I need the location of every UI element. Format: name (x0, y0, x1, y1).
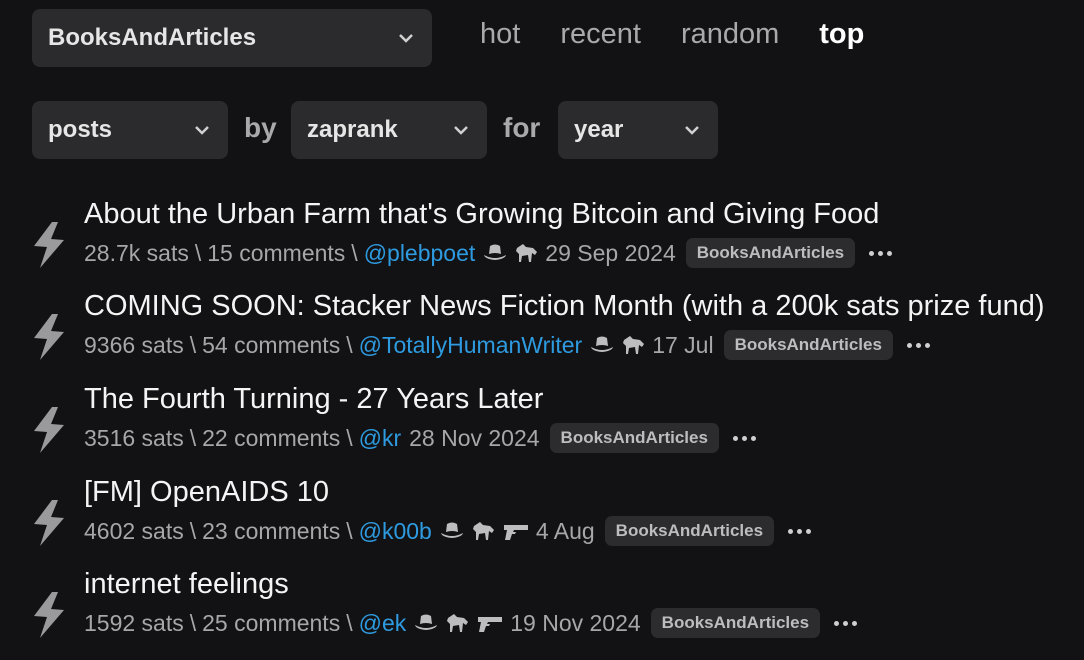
cowboy-hat-icon (440, 520, 464, 542)
post-comments[interactable]: 25 comments (202, 610, 340, 637)
tab-hot[interactable]: hot (480, 18, 520, 51)
post-meta: 1592 sats \ 25 comments \ @ek 19 Nov 202… (84, 608, 858, 638)
post-date[interactable]: 4 Aug (536, 518, 595, 545)
post-comments[interactable]: 22 comments (202, 425, 340, 452)
post-meta: 3516 sats \ 22 comments \ @kr 28 Nov 202… (84, 423, 756, 453)
post-sats: 1592 sats (84, 609, 184, 636)
zap-bolt-icon[interactable] (30, 405, 68, 455)
gun-icon (502, 520, 530, 542)
sub-badge[interactable]: BooksAndArticles (604, 516, 775, 546)
zap-bolt-icon[interactable] (30, 312, 68, 362)
post-author[interactable]: @ek (359, 610, 407, 637)
meta-separator: \ (346, 331, 353, 358)
sub-badge[interactable]: BooksAndArticles (685, 238, 856, 268)
post-meta: 9366 sats \ 54 comments \ @TotallyHumanW… (84, 330, 930, 360)
sub-select-value: BooksAndArticles (48, 24, 257, 51)
post-item: About the Urban Farm that's Growing Bitc… (0, 198, 1084, 290)
period-select-value: year (574, 116, 624, 143)
meta-separator: \ (351, 239, 358, 266)
chevron-down-icon (682, 120, 702, 140)
post-author[interactable]: @plebpoet (364, 240, 476, 267)
post-author[interactable]: @TotallyHumanWriter (359, 332, 583, 359)
tab-random[interactable]: random (681, 18, 779, 51)
cowboy-hat-icon (590, 334, 614, 356)
chevron-down-icon (396, 28, 416, 48)
gun-icon (476, 612, 504, 634)
sort-tabs: hot recent random top (480, 18, 864, 51)
zap-bolt-icon[interactable] (30, 498, 68, 548)
meta-separator: \ (189, 609, 197, 636)
zap-bolt-icon[interactable] (30, 590, 68, 640)
post-sats: 9366 sats (84, 331, 184, 358)
type-select[interactable]: posts (32, 101, 228, 159)
more-options-icon[interactable] (788, 528, 812, 534)
meta-separator: \ (189, 424, 197, 451)
zap-bolt-icon[interactable] (30, 220, 68, 270)
tab-top[interactable]: top (819, 18, 864, 51)
sub-badge[interactable]: BooksAndArticles (650, 608, 821, 638)
meta-separator: \ (189, 331, 197, 358)
more-options-icon[interactable] (869, 250, 893, 256)
by-select-value: zaprank (307, 116, 398, 143)
tab-recent[interactable]: recent (560, 18, 641, 51)
horse-icon (470, 520, 496, 542)
meta-separator: \ (194, 239, 202, 266)
post-date[interactable]: 29 Sep 2024 (545, 240, 675, 267)
more-options-icon[interactable] (732, 435, 756, 441)
post-date[interactable]: 19 Nov 2024 (510, 610, 640, 637)
post-item: COMING SOON: Stacker News Fiction Month … (0, 290, 1084, 382)
post-title[interactable]: The Fourth Turning - 27 Years Later (84, 383, 543, 416)
cowboy-hat-icon (414, 612, 438, 634)
by-label: by (244, 112, 277, 143)
sub-badge[interactable]: BooksAndArticles (549, 423, 719, 453)
post-title[interactable]: COMING SOON: Stacker News Fiction Month … (84, 290, 1045, 323)
post-title[interactable]: About the Urban Farm that's Growing Bitc… (84, 198, 879, 231)
type-select-value: posts (48, 116, 113, 143)
post-title[interactable]: internet feelings (84, 568, 289, 601)
post-title[interactable]: [FM] OpenAIDS 10 (84, 476, 329, 509)
post-author[interactable]: @kr (359, 425, 402, 452)
period-select[interactable]: year (558, 101, 718, 159)
more-options-icon[interactable] (834, 620, 858, 626)
for-label: for (503, 112, 541, 143)
post-date[interactable]: 17 Jul (652, 332, 713, 359)
meta-separator: \ (189, 517, 197, 544)
post-sats: 3516 sats (84, 424, 184, 451)
meta-separator: \ (346, 424, 353, 451)
post-comments[interactable]: 54 comments (202, 332, 340, 359)
sub-select[interactable]: BooksAndArticles (32, 9, 432, 67)
horse-icon (513, 242, 539, 264)
meta-separator: \ (346, 517, 353, 544)
post-item: internet feelings 1592 sats \ 25 comment… (0, 568, 1084, 660)
post-sats: 4602 sats (84, 517, 184, 544)
chevron-down-icon (192, 120, 212, 140)
post-item: The Fourth Turning - 27 Years Later 3516… (0, 383, 1084, 475)
more-options-icon[interactable] (906, 342, 930, 348)
post-item: [FM] OpenAIDS 10 4602 sats \ 23 comments… (0, 476, 1084, 568)
post-sats: 28.7k sats (84, 239, 189, 266)
post-meta: 28.7k sats \ 15 comments \ @plebpoet 29 … (84, 238, 893, 268)
post-comments[interactable]: 23 comments (202, 518, 340, 545)
post-comments[interactable]: 15 comments (207, 240, 345, 267)
chevron-down-icon (451, 120, 471, 140)
cowboy-hat-icon (483, 242, 507, 264)
by-select[interactable]: zaprank (291, 101, 487, 159)
horse-icon (620, 334, 646, 356)
post-author[interactable]: @k00b (359, 518, 432, 545)
post-date[interactable]: 28 Nov 2024 (409, 425, 539, 452)
sub-badge[interactable]: BooksAndArticles (723, 330, 893, 360)
post-meta: 4602 sats \ 23 comments \ @k00b 4 Aug Bo… (84, 516, 812, 546)
meta-separator: \ (346, 609, 353, 636)
horse-icon (444, 612, 470, 634)
